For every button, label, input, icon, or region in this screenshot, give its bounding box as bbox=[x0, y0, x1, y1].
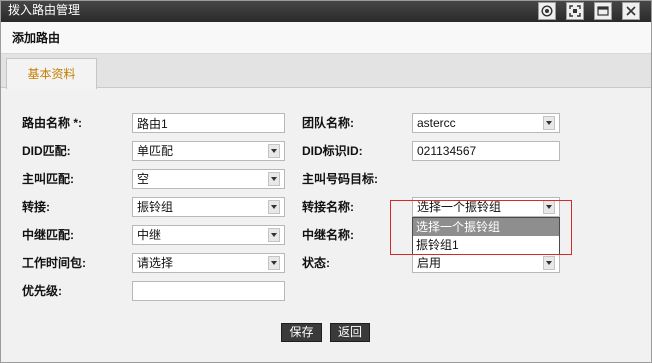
work-time-select[interactable]: 请选择 bbox=[132, 253, 285, 273]
team-name-dropdown-arrow[interactable] bbox=[543, 116, 555, 130]
work-time-label: 工作时间包: bbox=[22, 256, 86, 270]
transfer-name-label: 转接名称: bbox=[302, 200, 354, 214]
caller-match-dropdown-arrow[interactable] bbox=[268, 172, 280, 186]
status-select[interactable]: 启用 bbox=[412, 253, 560, 273]
trunk-match-label: 中继匹配: bbox=[22, 228, 74, 242]
team-name-select[interactable]: astercc bbox=[412, 113, 560, 133]
chevron-down-icon bbox=[271, 205, 277, 209]
team-name-value: astercc bbox=[417, 116, 456, 130]
team-name-label: 团队名称: bbox=[302, 116, 354, 130]
trunk-match-select[interactable]: 中继 bbox=[132, 225, 285, 245]
close-button[interactable] bbox=[622, 2, 640, 20]
priority-input[interactable] bbox=[132, 281, 285, 301]
window-title: 拨入路由管理 bbox=[8, 3, 81, 17]
page-title: 添加路由 bbox=[12, 31, 61, 45]
chevron-down-icon bbox=[546, 261, 552, 265]
fullscreen-button[interactable] bbox=[566, 2, 584, 20]
transfer-dropdown-arrow[interactable] bbox=[268, 200, 280, 214]
transfer-select[interactable]: 振铃组 bbox=[132, 197, 285, 217]
route-dialog-window: 拨入路由管理 添加路由 基本资料 路由名称 *: 路由1 DID匹配: 单匹配 … bbox=[0, 0, 652, 363]
fullscreen-icon bbox=[569, 5, 581, 17]
chevron-down-icon bbox=[271, 233, 277, 237]
transfer-name-dropdown-arrow[interactable] bbox=[543, 200, 555, 214]
title-bar[interactable]: 拨入路由管理 bbox=[0, 0, 652, 22]
save-button[interactable]: 保存 bbox=[281, 323, 322, 342]
did-match-select[interactable]: 单匹配 bbox=[132, 141, 285, 161]
transfer-name-options-list: 选择一个振铃组 振铃组1 bbox=[412, 217, 560, 255]
transfer-name-value: 选择一个振铃组 bbox=[417, 200, 502, 214]
status-label: 状态: bbox=[302, 256, 330, 270]
chevron-down-icon bbox=[271, 261, 277, 265]
did-id-input[interactable] bbox=[412, 141, 560, 161]
close-icon bbox=[626, 6, 636, 16]
chevron-down-icon bbox=[271, 149, 277, 153]
window-icon bbox=[597, 6, 609, 16]
route-name-label: 路由名称 *: bbox=[22, 116, 83, 130]
tab-basic-info[interactable]: 基本资料 bbox=[6, 58, 97, 89]
chevron-down-icon bbox=[271, 177, 277, 181]
target-icon bbox=[541, 5, 553, 17]
dialog-header: 添加路由 bbox=[0, 22, 652, 54]
work-time-dropdown-arrow[interactable] bbox=[268, 256, 280, 270]
caller-target-label: 主叫号码目标: bbox=[302, 172, 378, 186]
priority-label: 优先级: bbox=[22, 284, 62, 298]
trunk-match-dropdown-arrow[interactable] bbox=[268, 228, 280, 242]
target-button[interactable] bbox=[538, 2, 556, 20]
chevron-down-icon bbox=[546, 205, 552, 209]
did-match-label: DID匹配: bbox=[22, 144, 71, 158]
option-ring-group-1[interactable]: 振铃组1 bbox=[413, 236, 559, 254]
route-name-input[interactable] bbox=[132, 113, 285, 133]
transfer-value: 振铃组 bbox=[137, 200, 174, 214]
transfer-name-select[interactable]: 选择一个振铃组 bbox=[412, 197, 560, 217]
did-match-dropdown-arrow[interactable] bbox=[268, 144, 280, 158]
option-select-ring-group[interactable]: 选择一个振铃组 bbox=[413, 218, 559, 236]
caller-match-value: 空 bbox=[137, 172, 150, 186]
caller-match-select[interactable]: 空 bbox=[132, 169, 285, 189]
restore-button[interactable] bbox=[594, 2, 612, 20]
status-value: 启用 bbox=[417, 256, 442, 270]
chevron-down-icon bbox=[546, 121, 552, 125]
transfer-label: 转接: bbox=[22, 200, 50, 214]
tab-strip: 基本资料 bbox=[0, 54, 652, 89]
status-dropdown-arrow[interactable] bbox=[543, 256, 555, 270]
trunk-match-value: 中继 bbox=[137, 228, 162, 242]
trunk-name-label: 中继名称: bbox=[302, 228, 354, 242]
did-id-label: DID标识ID: bbox=[302, 144, 363, 158]
work-time-value: 请选择 bbox=[137, 256, 174, 270]
back-button[interactable]: 返回 bbox=[330, 323, 370, 342]
caller-match-label: 主叫匹配: bbox=[22, 172, 74, 186]
did-match-value: 单匹配 bbox=[137, 144, 174, 158]
